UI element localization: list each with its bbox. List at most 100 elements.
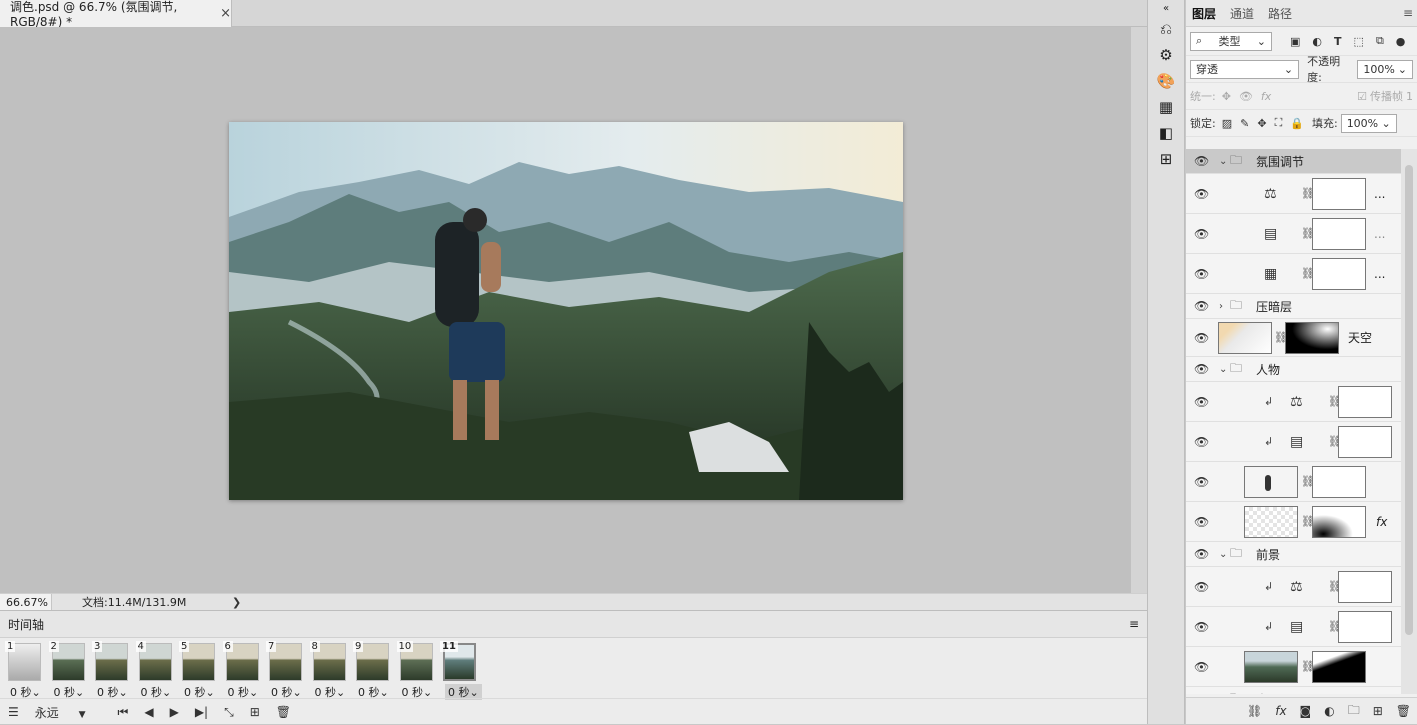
layers-scrollbar[interactable] [1401, 149, 1417, 694]
chevron-right-icon[interactable]: › [1219, 301, 1223, 312]
layer-group-person[interactable]: 👁 ⌄ 🗀 人物 [1186, 357, 1401, 382]
visibility-eye-icon[interactable]: 👁 [1194, 547, 1209, 561]
prev-frame-icon[interactable]: ◀ [144, 705, 153, 719]
chevron-down-icon[interactable]: ⌄ [1219, 549, 1227, 560]
visibility-eye-icon[interactable]: 👁 [1194, 267, 1209, 281]
layer-thumbnail[interactable] [1218, 322, 1272, 354]
lock-paint-icon[interactable]: ✎ [1240, 117, 1249, 130]
filter-image-icon[interactable]: ▣ [1290, 35, 1300, 48]
layer-mask[interactable] [1312, 506, 1366, 538]
visibility-eye-icon[interactable]: 👁 [1194, 475, 1209, 489]
opacity-input[interactable]: 100% ⌄ [1357, 59, 1413, 79]
adjustment-layer-icon[interactable]: ◐ [1324, 704, 1334, 718]
layer-mask[interactable] [1338, 571, 1392, 603]
layer-mask[interactable] [1312, 651, 1366, 683]
delete-layer-icon[interactable]: 🗑 [1396, 704, 1411, 718]
layer-mask[interactable] [1312, 466, 1366, 498]
frame-1[interactable]: 1 0 秒⌄ [4, 641, 48, 699]
frame-9[interactable]: 9 0 秒⌄ [352, 641, 396, 699]
visibility-eye-icon[interactable]: 👁 [1194, 580, 1209, 594]
filter-adjust-icon[interactable]: ◐ [1312, 35, 1322, 48]
duplicate-frame-icon[interactable]: ⊞ [250, 705, 260, 719]
filter-toggle-icon[interactable]: ● [1396, 35, 1406, 48]
canvas-image[interactable] [229, 122, 903, 500]
visibility-eye-icon[interactable]: 👁 [1194, 331, 1209, 345]
unify-style-icon[interactable]: fx [1261, 90, 1271, 103]
layer-person[interactable]: 👁 ⛓ [1186, 462, 1401, 502]
frame-7[interactable]: 7 0 秒⌄ [265, 641, 309, 699]
visibility-eye-icon[interactable]: 👁 [1194, 435, 1209, 449]
lock-all-icon[interactable]: 🔒 [1290, 117, 1304, 130]
unify-visibility-icon[interactable]: 👁 [1239, 90, 1253, 103]
lock-position-icon[interactable]: ✥ [1257, 117, 1266, 130]
delete-frame-icon[interactable]: 🗑 [276, 705, 291, 719]
layer-foreground[interactable]: 👁 ⛓ [1186, 647, 1401, 687]
convert-timeline-icon[interactable]: ☰ [8, 705, 19, 719]
scrollbar-thumb[interactable] [1405, 165, 1413, 635]
visibility-eye-icon[interactable]: 👁 [1194, 187, 1209, 201]
tab-paths[interactable]: 路径 [1268, 5, 1292, 22]
visibility-eye-icon[interactable]: 👁 [1194, 515, 1209, 529]
lock-artboard-icon[interactable]: ⛶ [1275, 116, 1283, 130]
frame-11[interactable]: 11 0 秒⌄ [439, 641, 483, 700]
layer-thumbnail[interactable] [1244, 506, 1298, 538]
canvas-scrollbar[interactable] [1131, 27, 1147, 593]
menu-icon[interactable]: ≡ [1129, 617, 1139, 631]
loop-select[interactable]: 永远 ▼ [35, 704, 102, 721]
filter-text-icon[interactable]: T [1334, 35, 1342, 48]
fx-icon[interactable]: fx [1275, 704, 1286, 718]
frame-3[interactable]: 3 0 秒⌄ [91, 641, 135, 699]
layer-mask[interactable] [1285, 322, 1339, 354]
frame-8[interactable]: 8 0 秒⌄ [309, 641, 353, 699]
play-icon[interactable]: ▶ [170, 705, 179, 719]
first-frame-icon[interactable]: ⏮ [118, 705, 129, 720]
lock-pixels-icon[interactable]: ▨ [1222, 117, 1232, 130]
layer-group-foreground[interactable]: 👁 ⌄ 🗀 前景 [1186, 542, 1401, 567]
swatches-icon[interactable]: ▦ [1148, 94, 1184, 120]
tween-icon[interactable]: ⤡ [224, 705, 234, 720]
layer-group-darken[interactable]: 👁 › 🗀 压暗层 [1186, 294, 1401, 319]
history-icon[interactable]: ⎌ [1148, 16, 1184, 42]
filter-select[interactable]: ⌕ 类型 ⌄ [1190, 31, 1272, 51]
gradient-icon[interactable]: ◧ [1148, 120, 1184, 146]
visibility-eye-icon[interactable]: 👁 [1194, 395, 1209, 409]
visibility-eye-icon[interactable]: 👁 [1194, 227, 1209, 241]
blend-mode-select[interactable]: 穿透 ⌄ [1190, 59, 1300, 79]
visibility-eye-icon[interactable]: 👁 [1194, 660, 1209, 674]
close-icon[interactable]: × [220, 6, 231, 21]
filter-smart-icon[interactable]: ⧉ [1376, 34, 1384, 48]
layer-mask[interactable] [1338, 426, 1392, 458]
layer-group-midground[interactable]: 👁 › 🗀 中景 [1186, 687, 1401, 694]
layer-person-shadow[interactable]: 👁 ⛓ fx [1186, 502, 1401, 542]
chevron-right-icon[interactable]: ❯ [232, 596, 241, 609]
layer-foreground-levels[interactable]: 👁 ↲ ▤ ⛓ [1186, 607, 1401, 647]
frame-6[interactable]: 6 0 秒⌄ [222, 641, 266, 699]
layer-group-atmosphere[interactable]: 👁 ⌄ 🗀 氛围调节 [1186, 149, 1401, 174]
document-tab[interactable]: 调色.psd @ 66.7% (氛围调节, RGB/8#) * × [0, 0, 232, 29]
layer-mask[interactable] [1312, 258, 1366, 290]
patterns-icon[interactable]: ⊞ [1148, 146, 1184, 172]
properties-icon[interactable]: ⚙ [1148, 42, 1184, 68]
visibility-eye-icon[interactable]: 👁 [1194, 154, 1209, 168]
add-mask-icon[interactable]: ◙ [1300, 704, 1312, 718]
fx-icon[interactable]: fx [1376, 515, 1387, 529]
layer-mask[interactable] [1338, 611, 1392, 643]
visibility-eye-icon[interactable]: 👁 [1194, 362, 1209, 376]
tab-channels[interactable]: 通道 [1230, 5, 1254, 22]
layer-thumbnail[interactable] [1244, 466, 1298, 498]
fill-input[interactable]: 100% ⌄ [1340, 113, 1397, 133]
frame-2[interactable]: 2 0 秒⌄ [48, 641, 92, 699]
layer-mask[interactable] [1338, 386, 1392, 418]
new-layer-icon[interactable]: ⊞ [1373, 704, 1383, 718]
frame-10[interactable]: 10 0 秒⌄ [396, 641, 440, 699]
layer-sky[interactable]: 👁 ⛓ 天空 [1186, 319, 1401, 357]
frame-5[interactable]: 5 0 秒⌄ [178, 641, 222, 699]
color-palette-icon[interactable]: 🎨 [1148, 68, 1184, 94]
layer-color-balance[interactable]: 👁 ⚖ ⛓ ... [1186, 174, 1401, 214]
tab-layers[interactable]: 图层 [1192, 5, 1216, 22]
chevron-down-icon[interactable]: ⌄ [1219, 364, 1227, 375]
layer-curves[interactable]: 👁 ▦ ⛓ ... [1186, 254, 1401, 294]
new-group-icon[interactable]: 🗀 [1348, 701, 1360, 722]
layer-thumbnail[interactable] [1244, 651, 1298, 683]
layer-foreground-color-balance[interactable]: 👁 ↲ ⚖ ⛓ [1186, 567, 1401, 607]
